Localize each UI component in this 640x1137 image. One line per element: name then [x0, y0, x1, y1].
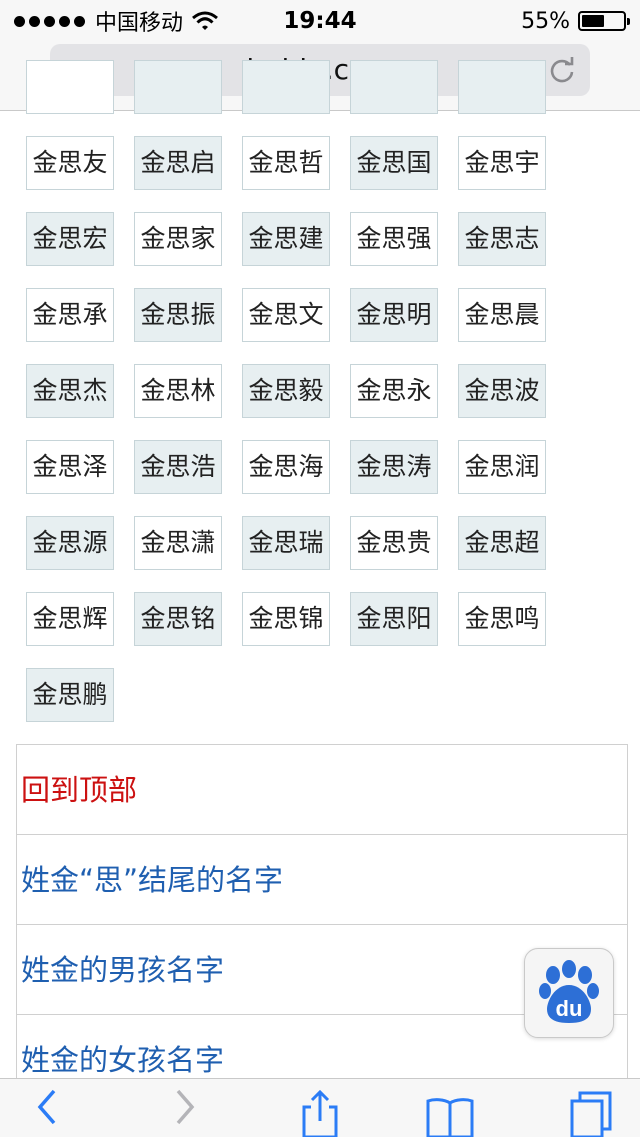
name-cell[interactable]: 金思文 [242, 288, 330, 342]
baidu-paw-icon: du [539, 960, 599, 1023]
name-cell[interactable]: 金思超 [458, 516, 546, 570]
browser-toolbar [0, 1078, 640, 1137]
name-cell[interactable]: 金思铭 [134, 592, 222, 646]
name-cell[interactable]: 金思锦 [242, 592, 330, 646]
name-cell-partial[interactable] [242, 60, 330, 114]
name-cell[interactable]: 金思启 [134, 136, 222, 190]
name-cell[interactable]: 金思国 [350, 136, 438, 190]
name-cell-partial[interactable] [26, 60, 114, 114]
name-cell[interactable]: 金思波 [458, 364, 546, 418]
reload-icon[interactable] [548, 56, 576, 84]
baidu-float-button[interactable]: du [524, 948, 614, 1038]
name-cell[interactable]: 金思阳 [350, 592, 438, 646]
name-cell[interactable]: 金思润 [458, 440, 546, 494]
name-cell[interactable]: 金思涛 [350, 440, 438, 494]
link-names-ending-si[interactable]: 姓金“思”结尾的名字 [17, 835, 627, 925]
name-cell[interactable]: 金思永 [350, 364, 438, 418]
status-right: 55% [521, 6, 630, 36]
name-cell-partial[interactable] [458, 60, 546, 114]
name-cell[interactable]: 金思宇 [458, 136, 546, 190]
name-cell[interactable]: 金思振 [134, 288, 222, 342]
name-cell[interactable]: 金思贵 [350, 516, 438, 570]
forward-icon[interactable] [156, 1087, 216, 1137]
battery-icon [578, 11, 630, 31]
name-cell[interactable]: 金思潇 [134, 516, 222, 570]
name-cell[interactable]: 金思承 [26, 288, 114, 342]
name-cell[interactable]: 金思哲 [242, 136, 330, 190]
battery-percent: 55% [521, 8, 570, 34]
name-cell[interactable]: 金思瑞 [242, 516, 330, 570]
back-to-top-link[interactable]: 回到顶部 [17, 745, 627, 835]
name-cell[interactable]: 金思强 [350, 212, 438, 266]
related-links: 回到顶部 姓金“思”结尾的名字 姓金的男孩名字 姓金的女孩名字 [16, 744, 628, 1105]
name-cell[interactable]: 金思晨 [458, 288, 546, 342]
name-cell[interactable]: 金思宏 [26, 212, 114, 266]
svg-text:du: du [556, 996, 583, 1021]
bookmarks-icon[interactable] [420, 1087, 480, 1137]
name-cell[interactable]: 金思浩 [134, 440, 222, 494]
name-cell[interactable]: 金思泽 [26, 440, 114, 494]
name-cell[interactable]: 金思友 [26, 136, 114, 190]
status-bar: 中国移动 19:44 55% [0, 0, 640, 40]
name-cell[interactable]: 金思鸣 [458, 592, 546, 646]
name-cell[interactable]: 金思杰 [26, 364, 114, 418]
name-cell[interactable]: 金思毅 [242, 364, 330, 418]
name-cell-partial[interactable] [350, 60, 438, 114]
share-icon[interactable] [290, 1087, 350, 1137]
back-icon[interactable] [16, 1087, 76, 1137]
tabs-icon[interactable] [556, 1087, 616, 1137]
name-cell-partial[interactable] [134, 60, 222, 114]
name-cell[interactable]: 金思明 [350, 288, 438, 342]
name-cell[interactable]: 金思鹏 [26, 668, 114, 722]
name-cell[interactable]: 金思源 [26, 516, 114, 570]
name-cell[interactable]: 金思海 [242, 440, 330, 494]
name-cell[interactable]: 金思林 [134, 364, 222, 418]
name-cell[interactable]: 金思建 [242, 212, 330, 266]
name-cell[interactable]: 金思志 [458, 212, 546, 266]
name-cell[interactable]: 金思家 [134, 212, 222, 266]
name-cell[interactable]: 金思辉 [26, 592, 114, 646]
